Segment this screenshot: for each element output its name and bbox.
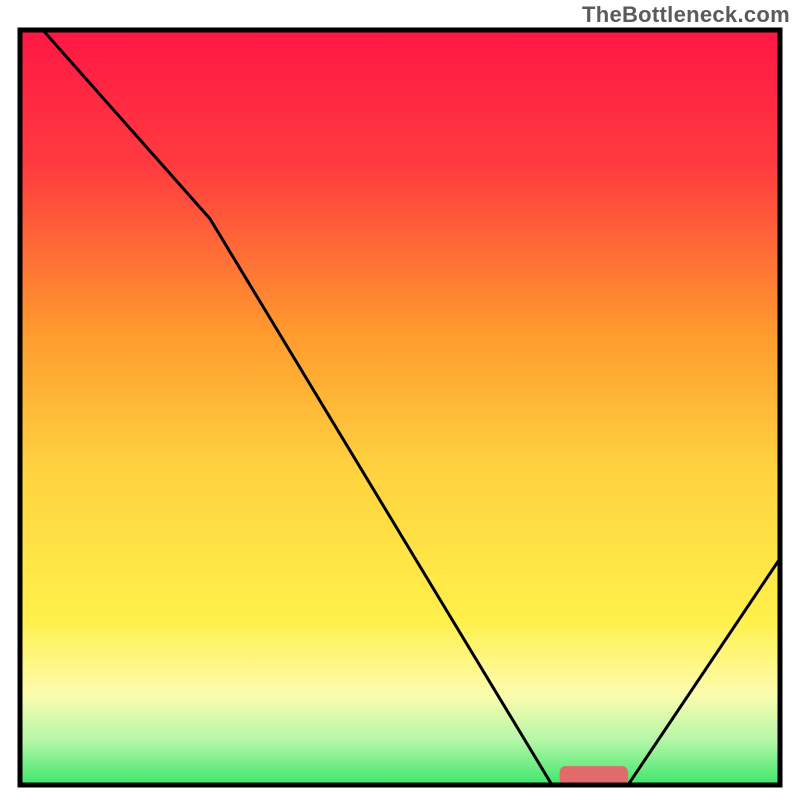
optimal-marker [560,766,628,785]
chart-container: { "watermark": "TheBottleneck.com", "cha… [0,0,800,800]
watermark-text: TheBottleneck.com [582,2,790,28]
bottleneck-chart [0,0,800,800]
gradient-background [20,30,780,785]
plot-area [20,30,780,785]
